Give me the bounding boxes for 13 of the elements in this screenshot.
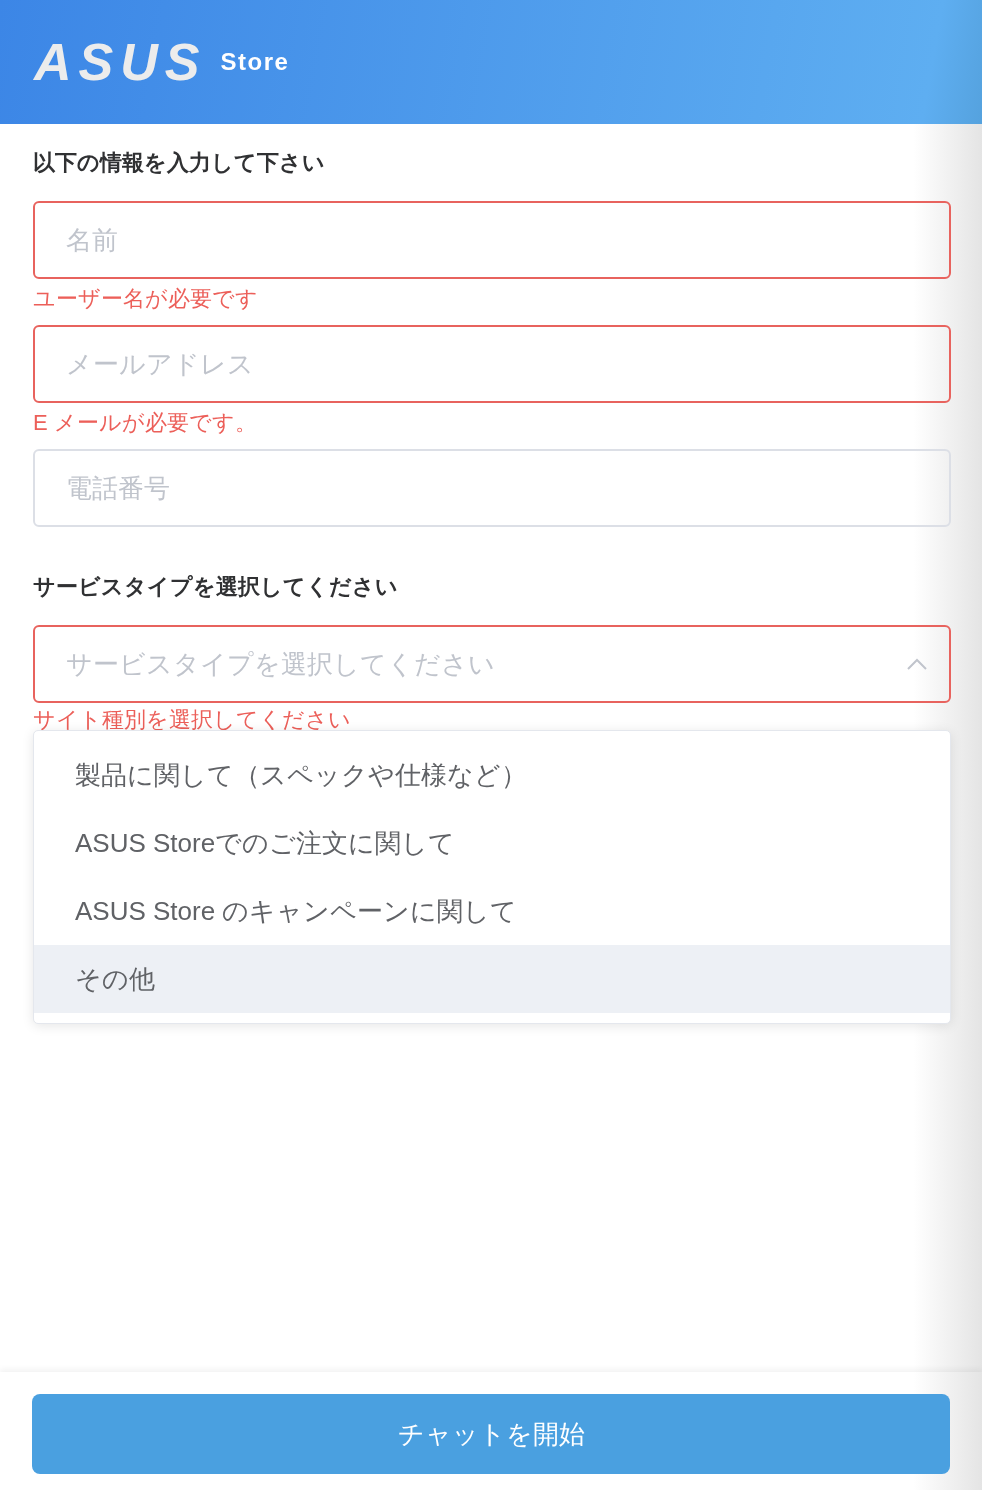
input-field[interactable]: メールアドレス xyxy=(33,325,951,403)
dropdown-option[interactable]: ASUS Store のキャンペーンに関して xyxy=(34,877,950,945)
form-heading: 以下の情報を入力して下さい xyxy=(33,149,326,177)
section-heading: サービスタイプを選択してください xyxy=(33,573,399,601)
error-message: E メールが必要です。 xyxy=(33,409,258,437)
logo: ASUS xyxy=(34,36,207,88)
dropdown-option[interactable]: その他 xyxy=(34,945,950,1013)
store-label: Store xyxy=(220,47,290,77)
error-message: サイト種別を選択してください xyxy=(33,706,352,734)
dropdown-option[interactable]: 製品に関して（スペックや仕様など） xyxy=(34,741,950,809)
error-message: ユーザー名が必要です xyxy=(33,285,259,313)
input-field[interactable]: 名前 xyxy=(33,201,951,279)
dropdown-option[interactable]: ASUS Storeでのご注文に関して xyxy=(34,809,950,877)
